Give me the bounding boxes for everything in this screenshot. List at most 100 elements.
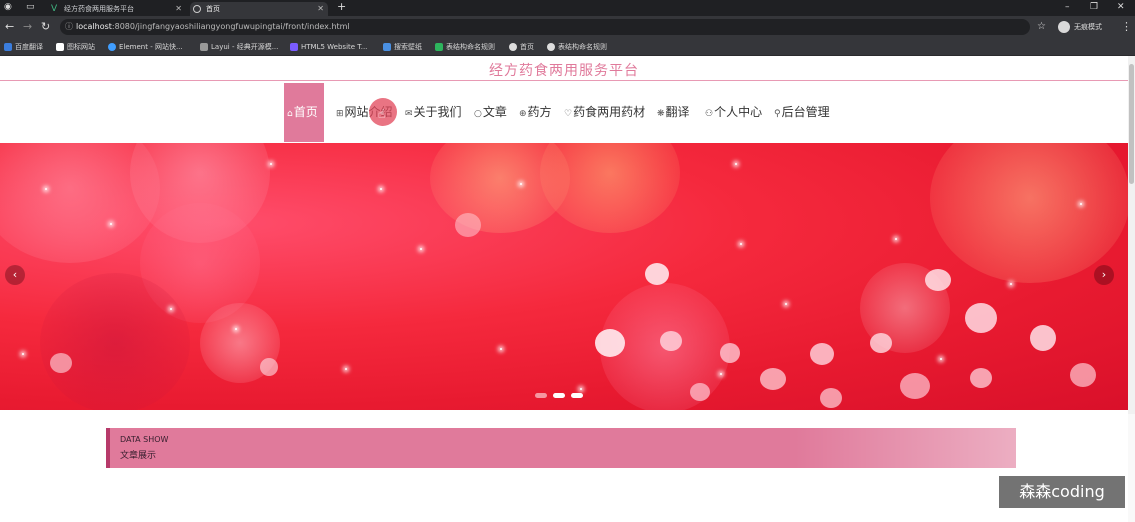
sparkle-decoration xyxy=(735,163,737,165)
bookmark-icon xyxy=(383,43,391,51)
tab-platform[interactable]: V 经方药食两用服务平台 ✕ xyxy=(48,2,186,16)
mail-icon: ✉ xyxy=(405,109,413,119)
bokeh-decoration xyxy=(1070,363,1096,387)
bookmark-item[interactable]: Layui - 经典开源模... xyxy=(200,41,278,53)
url-path: :8080/jingfangyaoshiliangyongfuwupingtai… xyxy=(111,22,350,31)
site-title: 经方药食两用服务平台 xyxy=(489,63,639,79)
bokeh-decoration xyxy=(965,303,997,333)
bookmark-icon xyxy=(435,43,443,51)
nav-item-home[interactable]: ⌂首页 xyxy=(284,83,324,142)
back-icon[interactable]: ← xyxy=(5,20,14,34)
nav-item-articles[interactable]: ○文章 xyxy=(474,83,507,142)
bookmark-icon xyxy=(56,43,64,51)
sparkle-decoration xyxy=(500,348,502,350)
bokeh-decoration xyxy=(1030,325,1056,351)
nav-label: 关于我们 xyxy=(413,105,462,119)
nav-item-profile[interactable]: ⚇个人中心 xyxy=(705,83,762,142)
bookmark-icon xyxy=(108,43,116,51)
tab-search-icon[interactable]: ▭ xyxy=(26,0,35,14)
address-bar-row: ← → ↻ ⓘ localhost:8080/jingfangyaoshilia… xyxy=(0,16,1135,38)
bookmark-item[interactable]: 表结构命名规则 xyxy=(435,41,495,53)
nav-label: 药食两用药材 xyxy=(573,105,646,119)
globe-icon xyxy=(193,5,201,13)
nav-item-about[interactable]: ✉关于我们 xyxy=(405,83,462,142)
bokeh-decoration xyxy=(50,353,72,373)
bokeh-decoration xyxy=(40,273,190,410)
forward-icon[interactable]: → xyxy=(23,20,32,34)
carousel-dot[interactable] xyxy=(535,393,547,398)
link-icon: ⚲ xyxy=(774,109,781,119)
close-window-icon[interactable]: ✕ xyxy=(1117,0,1125,14)
nav-item-translate[interactable]: ❋翻译 xyxy=(657,83,690,142)
grid-icon: ⊞ xyxy=(336,109,344,119)
bokeh-decoration xyxy=(690,383,710,401)
bookmark-item[interactable]: 百度翻译 xyxy=(4,41,43,53)
sparkle-decoration xyxy=(580,388,582,390)
vue-icon: V xyxy=(51,4,58,14)
bookmark-item[interactable]: 首页 xyxy=(509,41,534,53)
sparkle-decoration xyxy=(22,353,24,355)
new-tab-button[interactable]: + xyxy=(337,0,346,14)
url-host: localhost xyxy=(76,22,112,31)
bookmark-item[interactable]: 表结构命名规则 xyxy=(547,41,607,53)
bokeh-decoration xyxy=(870,333,892,353)
sparkle-decoration xyxy=(940,358,942,360)
close-tab-icon[interactable]: ✕ xyxy=(175,2,182,16)
tab-home[interactable]: 首页 ✕ xyxy=(190,2,328,16)
minimize-icon[interactable]: – xyxy=(1065,0,1070,14)
nav-label: 后台管理 xyxy=(781,105,830,119)
hand-cursor-icon: ☝ xyxy=(378,107,386,121)
bookmark-star-icon[interactable]: ☆ xyxy=(1037,20,1046,34)
reload-icon[interactable]: ↻ xyxy=(41,20,50,34)
nav-item-prescriptions[interactable]: ⊕药方 xyxy=(519,83,552,142)
sparkle-decoration xyxy=(270,163,272,165)
bokeh-decoration xyxy=(660,331,682,351)
heart-icon: ♡ xyxy=(564,109,573,119)
sparkle-decoration xyxy=(895,238,897,240)
restore-icon[interactable]: ❐ xyxy=(1090,0,1098,14)
more-menu-icon[interactable]: ⋮ xyxy=(1121,20,1132,34)
profile-label: 无痕模式 xyxy=(1074,23,1102,31)
carousel-dot-active[interactable] xyxy=(553,393,565,398)
sparkle-decoration xyxy=(170,308,172,310)
sparkle-decoration xyxy=(45,188,47,190)
globe-icon: ⊕ xyxy=(519,109,527,119)
scrollbar-thumb[interactable] xyxy=(1129,64,1134,184)
bokeh-decoration xyxy=(760,368,786,390)
url-input[interactable]: ⓘ localhost:8080/jingfangyaoshiliangyong… xyxy=(60,19,1030,35)
browser-tab-bar: ◉ ▭ V 经方药食两用服务平台 ✕ 首页 ✕ + – ❐ ✕ xyxy=(0,0,1135,16)
nav-label: 药方 xyxy=(527,105,552,119)
bookmark-item[interactable]: 图标网站 xyxy=(56,41,95,53)
carousel-next-button[interactable]: › xyxy=(1094,265,1114,285)
sparkle-decoration xyxy=(420,248,422,250)
bookmark-item[interactable]: 搜索壁纸 xyxy=(383,41,422,53)
bokeh-decoration xyxy=(260,358,278,376)
sparkle-decoration xyxy=(380,188,382,190)
bokeh-decoration xyxy=(970,368,992,388)
carousel-dot[interactable] xyxy=(571,393,583,398)
bookmarks-bar: 百度翻译 图标网站 Element - 网站快... Layui - 经典开源模… xyxy=(0,38,1135,56)
carousel-prev-button[interactable]: ‹ xyxy=(5,265,25,285)
profile-button[interactable]: 无痕模式 xyxy=(1058,19,1102,35)
close-tab-icon[interactable]: ✕ xyxy=(317,2,324,16)
bokeh-decoration xyxy=(925,269,951,291)
nav-item-admin[interactable]: ⚲后台管理 xyxy=(774,83,830,142)
bookmark-label: 表结构命名规则 xyxy=(558,43,607,51)
nav-item-herbs[interactable]: ♡药食两用药材 xyxy=(564,83,645,142)
bokeh-decoration xyxy=(455,213,481,237)
bookmark-item[interactable]: HTML5 Website T... xyxy=(290,41,367,53)
bokeh-decoration xyxy=(645,263,669,285)
browser-menu-icon[interactable]: ◉ xyxy=(4,0,12,14)
bokeh-decoration xyxy=(820,388,842,408)
bookmark-label: 首页 xyxy=(520,43,534,51)
nav-label: 个人中心 xyxy=(714,105,763,119)
sparkle-decoration xyxy=(720,373,722,375)
home-icon: ⌂ xyxy=(287,109,293,119)
bokeh-decoration xyxy=(930,143,1128,283)
site-info-icon[interactable]: ⓘ xyxy=(65,19,73,35)
bokeh-decoration xyxy=(720,343,740,363)
incognito-icon xyxy=(1058,21,1070,33)
nav-label: 翻译 xyxy=(665,105,690,119)
bookmark-item[interactable]: Element - 网站快... xyxy=(108,41,183,53)
carousel-banner[interactable]: ‹ › xyxy=(0,143,1128,410)
